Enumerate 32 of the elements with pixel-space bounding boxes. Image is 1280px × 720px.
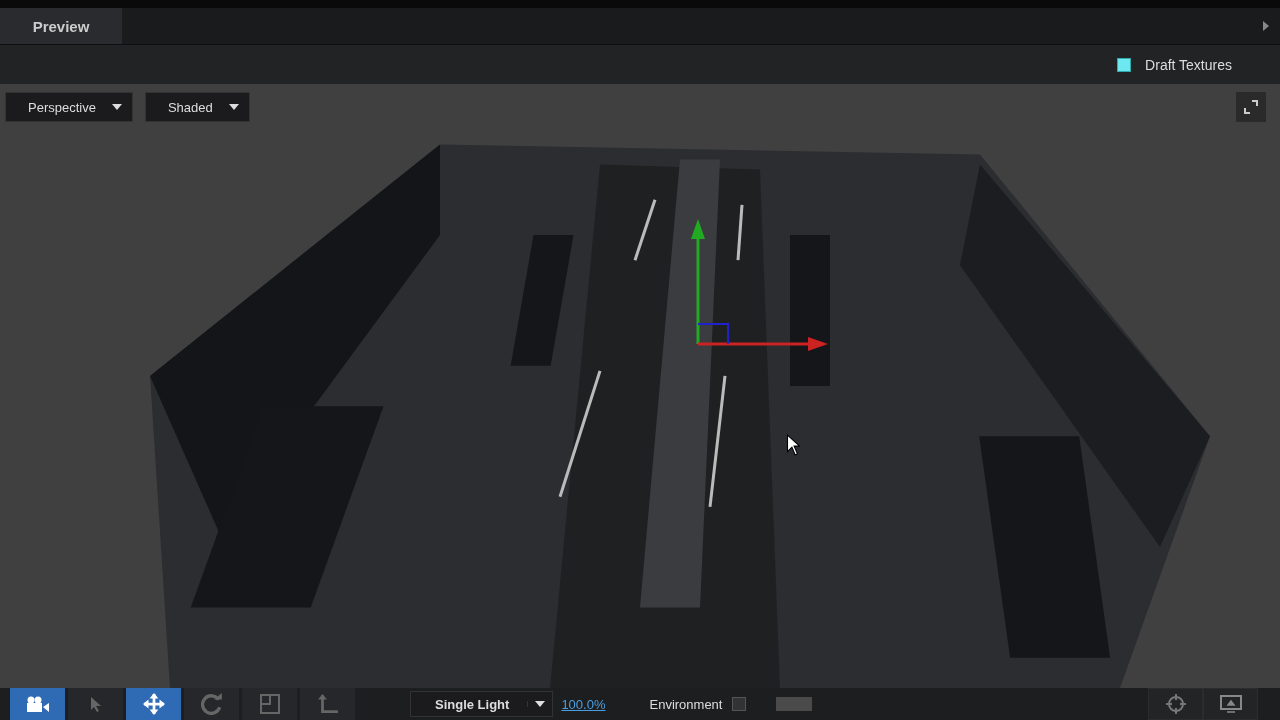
caret-icon: [535, 701, 546, 707]
shading-dropdown[interactable]: Shaded: [144, 92, 250, 122]
caret-icon: [111, 104, 122, 110]
zoom-percent-link[interactable]: 100.0%: [561, 696, 606, 712]
caret-icon: [228, 104, 239, 110]
target-button[interactable]: [1148, 688, 1203, 720]
square-corner-icon: [259, 694, 280, 714]
axis-arrows-icon: [316, 693, 339, 715]
environment-color-swatch[interactable]: [776, 697, 813, 711]
square-corner-tool-button[interactable]: [242, 688, 297, 720]
cursor-arrow-tool-button[interactable]: [68, 688, 123, 720]
lighting-dropdown[interactable]: Single Light: [410, 691, 554, 717]
monitor-icon: [1219, 695, 1242, 713]
draft-textures-checkbox[interactable]: [1117, 57, 1132, 72]
video-camera-icon: [24, 696, 51, 712]
environment-checkbox[interactable]: [732, 697, 747, 711]
monitor-button[interactable]: [1203, 688, 1258, 720]
environment-label: Environment: [649, 696, 723, 712]
expand-arrow-icon[interactable]: [1262, 21, 1270, 31]
mouse-cursor-icon: [786, 434, 800, 456]
draft-textures-label: Draft Textures: [1145, 56, 1232, 73]
move-arrows-tool-button[interactable]: [126, 688, 181, 720]
view-mode-dropdown[interactable]: Perspective: [5, 92, 133, 122]
rotate-tool-button[interactable]: [184, 688, 239, 720]
crosshair-icon: [1165, 694, 1186, 714]
axis-arrows-tool-button[interactable]: [300, 688, 355, 720]
rotate-icon: [200, 693, 223, 715]
cursor-arrow-icon: [89, 696, 102, 712]
move-arrows-icon: [142, 693, 165, 715]
maximize-icon[interactable]: [1236, 92, 1266, 122]
preview-tab[interactable]: Preview: [0, 8, 122, 44]
video-camera-tool-button[interactable]: [10, 688, 65, 720]
